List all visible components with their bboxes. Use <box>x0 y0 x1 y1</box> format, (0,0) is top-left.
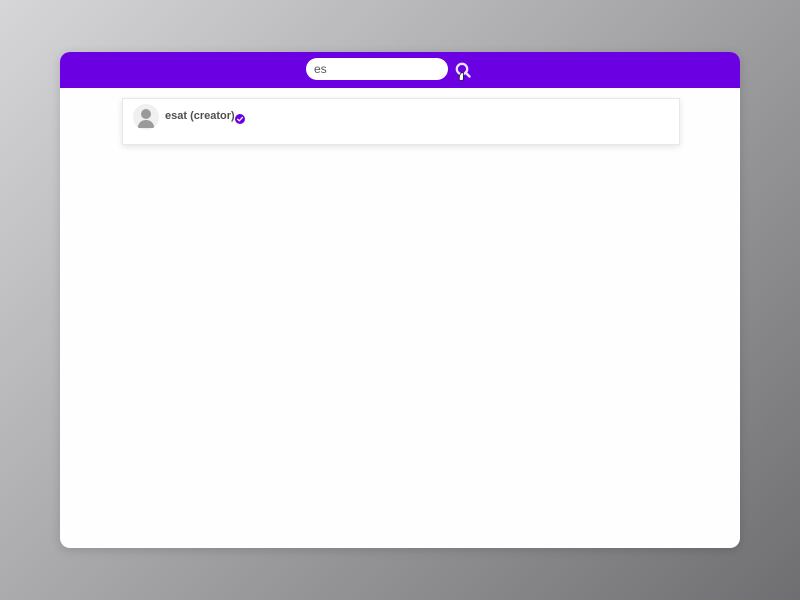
user-avatar-icon <box>133 104 159 130</box>
top-bar <box>60 52 740 88</box>
search-button[interactable] <box>453 60 475 82</box>
result-username: esat (creator) <box>165 110 235 122</box>
app-window: esat (creator) <box>60 52 740 548</box>
search-icon <box>455 62 471 81</box>
search-input[interactable] <box>306 58 448 80</box>
search-result-item[interactable]: esat (creator) <box>122 98 680 145</box>
verified-badge-icon <box>235 111 245 124</box>
